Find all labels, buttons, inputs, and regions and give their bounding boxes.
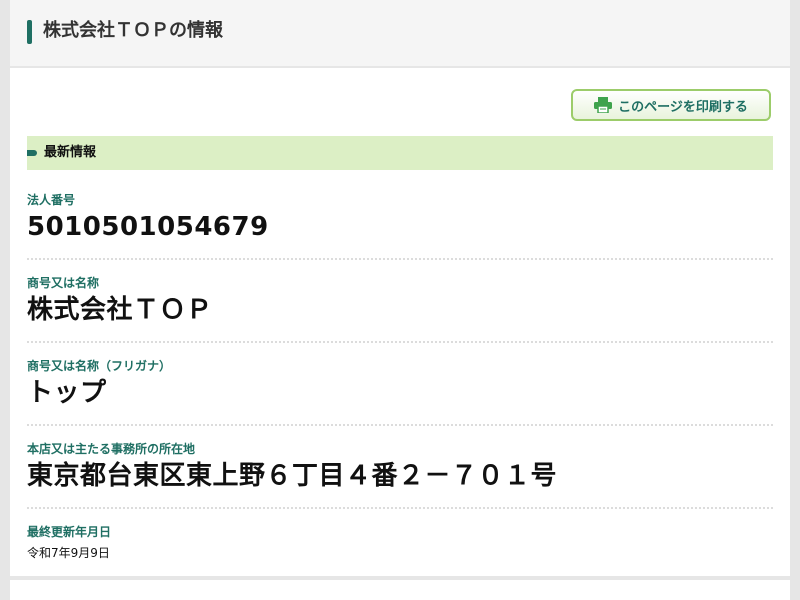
divider (27, 258, 773, 260)
bottom-card (10, 580, 790, 600)
field-last-updated: 最終更新年月日 令和7年9月9日 (27, 524, 773, 562)
header-card: 株式会社ＴＯＰの情報 (10, 0, 790, 66)
divider (27, 341, 773, 343)
printer-icon (594, 97, 613, 114)
header-accent-bar (27, 20, 32, 44)
divider (27, 507, 773, 509)
divider (27, 424, 773, 426)
corporate-number-label: 法人番号 (27, 193, 76, 207)
print-page-button[interactable]: このページを印刷する (571, 89, 771, 121)
address-label: 本店又は主たる事務所の所在地 (27, 442, 196, 456)
last-updated-label: 最終更新年月日 (27, 525, 112, 539)
field-address: 本店又は主たる事務所の所在地 東京都台東区東上野６丁目４番２－７０１号 (27, 441, 773, 493)
trade-name-value: 株式会社ＴＯＰ (27, 295, 213, 325)
main-card: このページを印刷する 最新情報 法人番号 5010501054679 商号又は名… (10, 68, 790, 576)
trade-name-kana-value: トップ (27, 378, 107, 408)
field-trade-name: 商号又は名称 株式会社ＴＯＰ (27, 275, 773, 327)
corporate-number-value: 5010501054679 (27, 212, 269, 242)
section-accent-bar (27, 150, 37, 156)
last-updated-value: 令和7年9月9日 (27, 546, 110, 560)
address-value: 東京都台東区東上野６丁目４番２－７０１号 (27, 461, 558, 491)
trade-name-label: 商号又は名称 (27, 276, 100, 290)
trade-name-kana-label: 商号又は名称（フリガナ） (27, 359, 172, 373)
field-corporate-number: 法人番号 5010501054679 (27, 192, 773, 244)
page: 株式会社ＴＯＰの情報 このページを印刷する 最新情報 法人番号 50105010… (0, 0, 800, 600)
page-title: 株式会社ＴＯＰの情報 (43, 20, 223, 41)
print-button-label: このページを印刷する (618, 99, 748, 115)
field-trade-name-kana: 商号又は名称（フリガナ） トップ (27, 358, 773, 410)
section-title: 最新情報 (44, 145, 97, 160)
section-banner: 最新情報 (27, 136, 773, 170)
